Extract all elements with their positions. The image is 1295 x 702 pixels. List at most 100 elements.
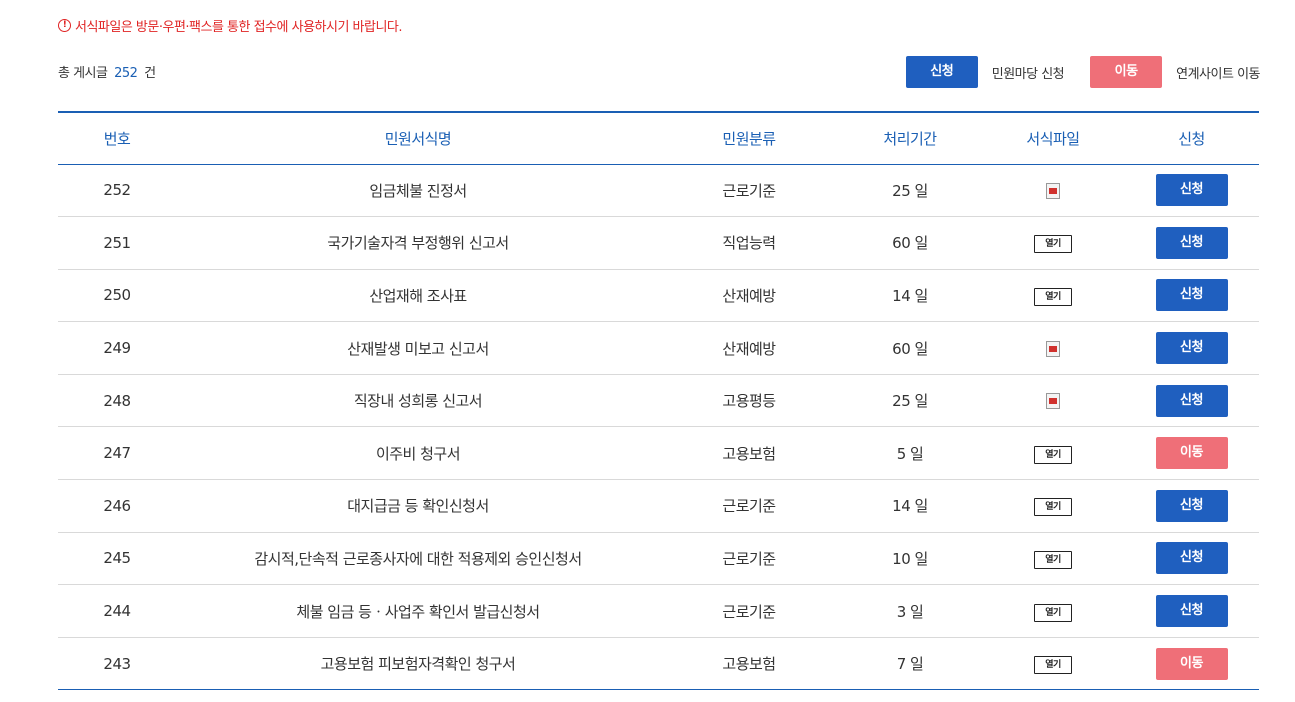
open-file-button[interactable]: 열기 <box>1034 235 1072 254</box>
row-period: 60 일 <box>838 216 982 270</box>
row-file-cell: 열기 <box>982 584 1124 638</box>
page: ! 서식파일은 방문·우편·팩스를 통한 접수에 사용하시기 바랍니다. 총 게… <box>0 0 1295 702</box>
row-number: 248 <box>58 374 176 428</box>
row-action-cell: 신청 <box>1124 374 1259 428</box>
row-action-cell: 신청 <box>1124 584 1259 638</box>
row-number: 249 <box>58 321 176 375</box>
row-file-cell: 열기 <box>982 426 1124 481</box>
apply-button[interactable]: 신청 <box>1155 542 1228 575</box>
notice: ! 서식파일은 방문·우편·팩스를 통한 접수에 사용하시기 바랍니다. <box>58 16 403 35</box>
row-number: 252 <box>58 164 176 218</box>
open-file-button[interactable]: 열기 <box>1034 603 1072 622</box>
row-action-cell: 신청 <box>1124 479 1259 533</box>
row-number: 244 <box>58 584 176 638</box>
table-row: 252 임금체불 진정서 근로기준 25 일 신청 <box>58 164 1259 218</box>
legend-move-desc: 연계사이트 이동 <box>1176 66 1260 82</box>
row-category: 산재예방 <box>660 269 838 323</box>
header-period: 처리기간 <box>838 111 982 165</box>
total-count: 총 게시글 252 건 <box>58 62 156 81</box>
apply-button[interactable]: 신청 <box>1155 489 1228 522</box>
header-file: 서식파일 <box>982 111 1124 165</box>
row-file-cell: 열기 <box>982 216 1124 270</box>
file-download-icon[interactable] <box>1046 393 1060 410</box>
apply-button[interactable]: 신청 <box>1155 226 1228 259</box>
header-form-name: 민원서식명 <box>176 111 660 165</box>
file-download-icon[interactable] <box>1046 340 1060 357</box>
row-period: 25 일 <box>838 164 982 218</box>
row-number: 246 <box>58 479 176 533</box>
table-row: 243 고용보험 피보험자격확인 청구서 고용보험 7 일 열기 이동 <box>58 637 1259 691</box>
row-period: 60 일 <box>838 321 982 375</box>
row-action-cell: 신청 <box>1124 321 1259 375</box>
table-row: 244 체불 임금 등ㆍ사업주 확인서 발급신청서 근로기준 3 일 열기 신청 <box>58 584 1259 638</box>
row-form-name: 감시적,단속적 근로종사자에 대한 적용제외 승인신청서 <box>176 532 660 586</box>
row-category: 산재예방 <box>660 321 838 375</box>
row-category: 고용보험 <box>660 426 838 481</box>
row-period: 5 일 <box>838 426 982 481</box>
legend-move-badge: 이동 <box>1090 56 1163 88</box>
table-row: 249 산재발생 미보고 신고서 산재예방 60 일 신청 <box>58 321 1259 375</box>
table-row: 250 산업재해 조사표 산재예방 14 일 열기 신청 <box>58 269 1259 323</box>
row-action-cell: 신청 <box>1124 164 1259 218</box>
row-period: 25 일 <box>838 374 982 428</box>
row-form-name: 고용보험 피보험자격확인 청구서 <box>176 637 660 691</box>
table-row: 245 감시적,단속적 근로종사자에 대한 적용제외 승인신청서 근로기준 10 일 열… <box>58 532 1259 586</box>
table-header-row: 번호 민원서식명 민원분류 처리기간 서식파일 신청 <box>58 111 1259 165</box>
table-row: 246 대지급금 등 확인신청서 근로기준 14 일 열기 신청 <box>58 479 1259 533</box>
total-suffix: 건 <box>144 66 156 81</box>
open-file-button[interactable]: 열기 <box>1034 656 1072 675</box>
row-form-name: 직장내 성희롱 신고서 <box>176 374 660 428</box>
row-action-cell: 이동 <box>1124 426 1259 481</box>
file-download-icon[interactable] <box>1046 182 1060 199</box>
row-file-cell: 열기 <box>982 532 1124 586</box>
open-file-button[interactable]: 열기 <box>1034 498 1072 517</box>
apply-button[interactable]: 신청 <box>1155 332 1228 365</box>
row-number: 247 <box>58 426 176 481</box>
header-number: 번호 <box>58 111 176 165</box>
legend: 신청 민원마당 신청 이동 연계사이트 이동 <box>905 56 1260 88</box>
header-category: 민원분류 <box>660 111 838 165</box>
row-file-cell: 열기 <box>982 637 1124 691</box>
row-action-cell: 이동 <box>1124 637 1259 691</box>
row-form-name: 국가기술자격 부정행위 신고서 <box>176 216 660 270</box>
row-form-name: 체불 임금 등ㆍ사업주 확인서 발급신청서 <box>176 584 660 638</box>
open-file-button[interactable]: 열기 <box>1034 287 1072 306</box>
legend-apply-desc: 민원마당 신청 <box>991 66 1065 82</box>
row-period: 14 일 <box>838 269 982 323</box>
apply-button[interactable]: 신청 <box>1155 595 1228 628</box>
table-body: 252 임금체불 진정서 근로기준 25 일 신청 251 국가기술자격 부정행위 신고서 직… <box>58 164 1259 691</box>
row-file-cell: 열기 <box>982 479 1124 533</box>
apply-button[interactable]: 신청 <box>1155 384 1228 417</box>
table-row: 251 국가기술자격 부정행위 신고서 직업능력 60 일 열기 신청 <box>58 216 1259 270</box>
row-form-name: 임금체불 진정서 <box>176 164 660 218</box>
open-file-button[interactable]: 열기 <box>1034 550 1072 569</box>
row-period: 7 일 <box>838 637 982 691</box>
row-category: 근로기준 <box>660 584 838 638</box>
row-period: 3 일 <box>838 584 982 638</box>
row-number: 245 <box>58 532 176 586</box>
row-category: 고용평등 <box>660 374 838 428</box>
apply-button[interactable]: 신청 <box>1155 279 1228 312</box>
row-form-name: 산업재해 조사표 <box>176 269 660 323</box>
row-form-name: 대지급금 등 확인신청서 <box>176 479 660 533</box>
move-button[interactable]: 이동 <box>1155 647 1228 680</box>
forms-table: 번호 민원서식명 민원분류 처리기간 서식파일 신청 252 임금체불 진정서 근로… <box>58 111 1259 691</box>
total-number: 252 <box>114 66 138 81</box>
row-file-cell <box>982 321 1124 375</box>
row-category: 고용보험 <box>660 637 838 691</box>
table-row: 247 이주비 청구서 고용보험 5 일 열기 이동 <box>58 426 1259 481</box>
row-form-name: 산재발생 미보고 신고서 <box>176 321 660 375</box>
header-apply: 신청 <box>1124 111 1259 165</box>
move-button[interactable]: 이동 <box>1155 437 1228 470</box>
open-file-button[interactable]: 열기 <box>1034 445 1072 464</box>
legend-apply-badge: 신청 <box>905 56 978 88</box>
row-action-cell: 신청 <box>1124 269 1259 323</box>
row-action-cell: 신청 <box>1124 532 1259 586</box>
row-form-name: 이주비 청구서 <box>176 426 660 481</box>
row-category: 근로기준 <box>660 479 838 533</box>
row-number: 243 <box>58 637 176 691</box>
row-file-cell: 열기 <box>982 269 1124 323</box>
row-category: 근로기준 <box>660 164 838 218</box>
info-circle-icon: ! <box>58 19 71 32</box>
apply-button[interactable]: 신청 <box>1155 174 1228 207</box>
